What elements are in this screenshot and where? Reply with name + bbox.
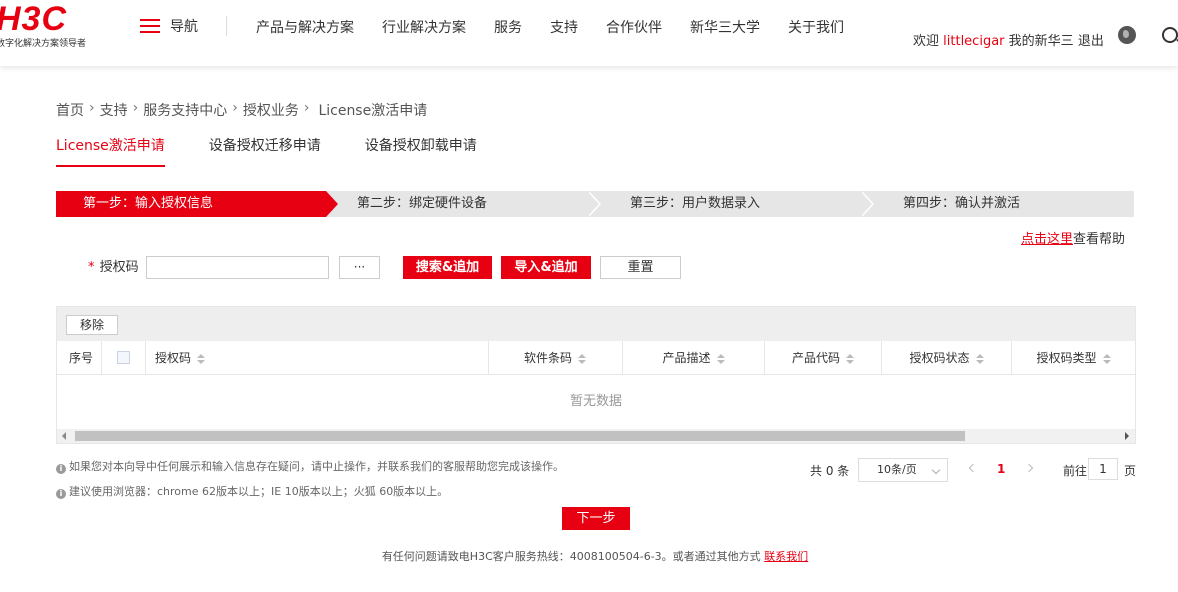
tab-license-activation[interactable]: License激活申请 (56, 135, 165, 167)
contact-us-link[interactable]: 联系我们 (764, 550, 808, 563)
tab-license-uninstall[interactable]: 设备授权卸载申请 (365, 135, 477, 167)
step-progress: 第一步：输入授权信息 第二步：绑定硬件设备 第三步：用户数据录入 第四步：确认并… (56, 191, 1134, 217)
column-header-code-type[interactable]: 授权码类型 (1012, 341, 1135, 375)
empty-table-message: 暂无数据 (569, 394, 622, 409)
username-link[interactable]: littlecigar (943, 34, 1004, 49)
required-mark: * (88, 260, 95, 275)
sort-icon (578, 353, 586, 364)
step-2: 第二步：绑定硬件设备 (357, 196, 488, 211)
footer-contact: 有任何问题请致电H3C客户服务热线：4008100504-6-3。或者通过其他方… (0, 548, 1178, 564)
sort-icon (1102, 353, 1111, 364)
total-count: 共 0 条 (810, 464, 850, 478)
sort-icon (975, 353, 984, 364)
hamburger-icon (140, 19, 160, 33)
reset-button[interactable]: 重置 (600, 256, 681, 279)
nav-item-support[interactable]: 支持 (550, 17, 578, 37)
breadcrumb-separator: › (89, 100, 95, 116)
horizontal-scrollbar[interactable] (57, 429, 1135, 443)
sort-icon (716, 353, 725, 364)
license-code-input[interactable] (146, 256, 329, 279)
remove-button[interactable]: 移除 (66, 315, 118, 335)
step-4: 第四步：确认并激活 (903, 196, 1021, 211)
logo-tagline: 数字化解决方案领导者 (0, 39, 87, 49)
column-header-software-barcode[interactable]: 软件条码 (488, 341, 623, 375)
nav-item-products[interactable]: 产品与解决方案 (256, 17, 354, 37)
nav-item-about[interactable]: 关于我们 (788, 17, 844, 37)
table-header: 序号 授权码 软件条码 产品描述 产品代码 授权码状态 授权码类型 (57, 341, 1135, 375)
select-all-checkbox[interactable] (117, 351, 130, 364)
help-text: 查看帮助 (1073, 232, 1126, 247)
sort-icon (197, 353, 206, 364)
license-table: 移除 序号 授权码 软件条码 产品描述 产品代码 授权码状态 授权码类型 暂无数… (56, 306, 1136, 444)
scroll-right-icon[interactable] (1125, 432, 1129, 440)
h3c-logo[interactable]: H3C 数字化解决方案领导者 (0, 2, 86, 49)
logout-link[interactable]: 退出 (1078, 34, 1104, 49)
prev-page-icon[interactable] (968, 463, 978, 473)
scrollbar-thumb[interactable] (75, 431, 965, 441)
breadcrumb-license-business[interactable]: 授权业务 (243, 100, 299, 120)
my-account-link[interactable]: 我的新华三 (1009, 34, 1074, 49)
notice-line-1: i 如果您对本向导中任何展示和输入信息存在疑问，请中止操作，并联系我们的客服帮助您… (56, 458, 564, 474)
sort-icon (846, 353, 854, 364)
nav-item-partners[interactable]: 合作伙伴 (606, 17, 662, 37)
breadcrumb-support[interactable]: 支持 (100, 100, 128, 120)
welcome-text: 欢迎 (913, 34, 940, 49)
logo-text: H3C (0, 0, 68, 38)
info-icon: i (56, 464, 66, 474)
import-add-button[interactable]: 导入&追加 (501, 256, 591, 279)
breadcrumb: 首页 › 支持 › 服务支持中心 › 授权业务 › License激活申请 (56, 100, 427, 120)
help-hint: 点击这里查看帮助 (1021, 228, 1125, 247)
nav-menu-label: 导航 (170, 19, 198, 35)
nav-item-university[interactable]: 新华三大学 (690, 17, 760, 37)
info-icon: i (56, 489, 66, 499)
step-3: 第三步：用户数据录入 (630, 196, 761, 211)
column-header-license-code[interactable]: 授权码 (145, 341, 489, 375)
table-toolbar: 移除 (57, 307, 1135, 341)
breadcrumb-current: License激活申请 (318, 103, 428, 119)
page-size-select[interactable]: 10条/页 (858, 458, 948, 482)
column-header-code-status[interactable]: 授权码状态 (882, 341, 1012, 375)
globe-icon[interactable] (1118, 26, 1136, 44)
notice-line-2: i 建议使用浏览器：chrome 62版本以上；IE 10版本以上；火狐 60版本… (56, 483, 448, 499)
breadcrumb-separator: › (232, 100, 238, 116)
nav-item-industry[interactable]: 行业解决方案 (382, 17, 466, 37)
search-icon[interactable] (1162, 27, 1178, 43)
footer-text: 有任何问题请致电H3C客户服务热线：4008100504-6-3。或者通过其他方… (381, 550, 761, 563)
nav-menu-button[interactable]: 导航 (140, 17, 198, 35)
breadcrumb-home[interactable]: 首页 (56, 100, 84, 120)
top-header: H3C 数字化解决方案领导者 导航 产品与解决方案 行业解决方案 服务 支持 合… (0, 0, 1178, 66)
goto-label: 前往 (1063, 464, 1088, 478)
tab-bar: License激活申请 设备授权迁移申请 设备授权卸载申请 (56, 135, 521, 167)
search-add-button[interactable]: 搜索&追加 (403, 256, 492, 279)
scroll-left-icon[interactable] (62, 432, 66, 440)
column-header-product-code[interactable]: 产品代码 (765, 341, 882, 375)
help-link[interactable]: 点击这里 (1021, 232, 1073, 247)
breadcrumb-separator: › (132, 100, 139, 116)
breadcrumb-separator: › (303, 100, 310, 116)
goto-unit: 页 (1124, 464, 1137, 478)
step-arrow (860, 191, 872, 217)
more-options-button[interactable]: ··· (339, 256, 380, 279)
column-header-product-desc[interactable]: 产品描述 (623, 341, 765, 375)
page-number[interactable]: 1 (997, 462, 1005, 476)
step-1: 第一步：输入授权信息 (56, 191, 326, 217)
column-header-index: 序号 (57, 341, 102, 375)
step-arrow (326, 191, 338, 217)
nav-item-service[interactable]: 服务 (494, 17, 522, 37)
goto-page-input[interactable]: 1 (1088, 458, 1118, 480)
next-page-icon[interactable] (1024, 463, 1034, 473)
tab-license-migration[interactable]: 设备授权迁移申请 (209, 135, 321, 167)
license-code-form: * 授权码 ··· 搜索&追加 导入&追加 重置 (88, 256, 681, 280)
license-code-label: 授权码 (99, 260, 139, 275)
next-step-button[interactable]: 下一步 (562, 507, 630, 530)
main-nav: 产品与解决方案 行业解决方案 服务 支持 合作伙伴 新华三大学 关于我们 (256, 17, 872, 37)
breadcrumb-service-center[interactable]: 服务支持中心 (143, 100, 227, 120)
step-arrow (587, 191, 599, 217)
user-area: 欢迎 littlecigar 我的新华三 退出 (913, 30, 1104, 49)
nav-divider (226, 16, 227, 36)
